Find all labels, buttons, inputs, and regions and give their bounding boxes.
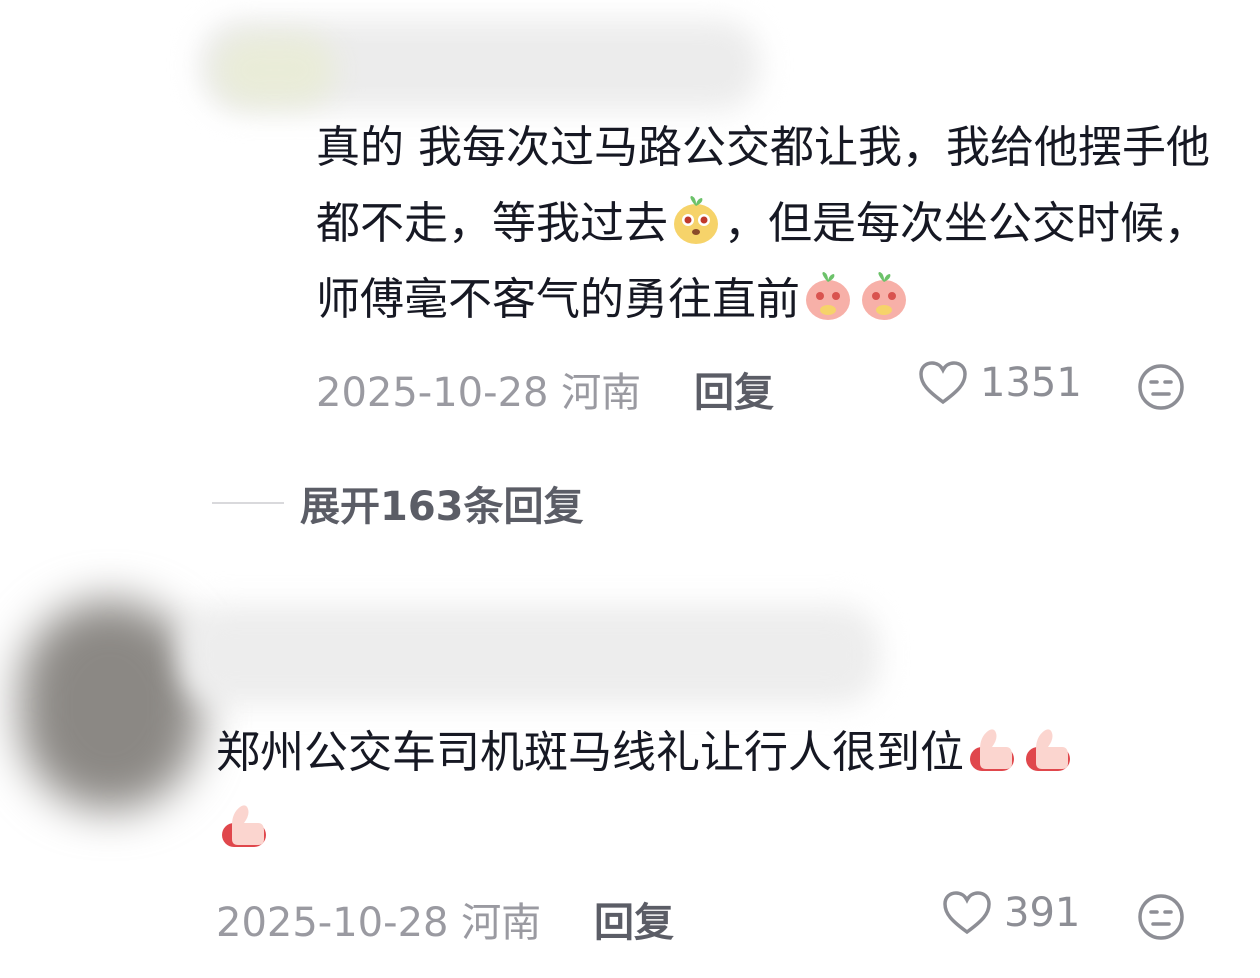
comment-text-2: 郑州公交车司机斑马线礼让行人很到位 [216,715,1196,867]
surprised-sprout-emoji-icon [674,196,718,244]
divider [212,502,284,504]
like-button[interactable]: 391 [942,890,1080,936]
dislike-face-icon[interactable] [1136,362,1186,412]
thumbs-up-emoji-icon [222,805,266,847]
expand-replies-button[interactable]: 展开163条回复 [212,474,584,532]
comment-location: 河南 [461,900,542,946]
comment-date: 2025-10-28 [216,900,449,946]
comment-text-1: 真的 我每次过马路公交都让我，我给他摆手他都不走，等我过去 ，但是每次坐公交时候… [316,122,1210,325]
shy-sprout-emoji-icon [806,272,850,320]
like-count: 391 [1004,890,1081,936]
shy-sprout-emoji-icon [862,272,906,320]
comment-location: 河南 [561,370,642,416]
redacted-avatar-2 [20,600,200,810]
reply-button[interactable]: 回复 [594,890,674,948]
like-count: 1351 [980,360,1082,406]
redacted-avatar-glow-1 [215,35,335,105]
heart-icon [943,891,991,935]
dislike-face-icon[interactable] [1136,892,1186,942]
thumbs-up-emoji-icon [970,729,1014,771]
thumbs-up-emoji-icon [1026,729,1070,771]
redacted-username-2 [180,605,880,705]
heart-icon [919,361,967,405]
comment-date: 2025-10-28 [316,370,549,416]
reply-button[interactable]: 回复 [694,360,774,418]
comment-meta-2: 2025-10-28 河南 [216,890,541,948]
comment-meta-1: 2025-10-28 河南 [316,360,641,418]
expand-replies-label: 展开163条回复 [300,484,584,530]
like-button[interactable]: 1351 [918,360,1082,406]
